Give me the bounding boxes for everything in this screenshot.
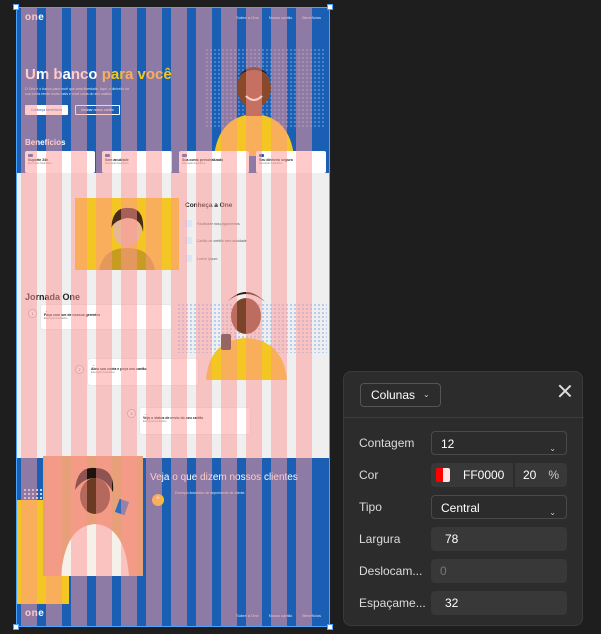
benefit-card[interactable]: Sem anuidade Exemplo ilustrativo	[102, 151, 172, 173]
meet-title: Conheça a One	[185, 202, 233, 209]
chevron-down-icon: ⌄	[549, 508, 556, 517]
chevron-down-icon: ⌄	[423, 390, 430, 399]
journey-step-number: 1	[28, 309, 37, 318]
footer-link-about[interactable]: Sobre a One	[236, 613, 259, 618]
benefit-desc: Exemplo ilustrativo	[28, 161, 52, 165]
arrow-icon	[28, 154, 33, 157]
type-value: Central	[441, 501, 480, 515]
journey-step-card[interactable]: → Abra sua conta e peça seu cartão Exemp…	[88, 359, 198, 385]
editor-canvas: one Sobre a One Nosso cartão Benefícios …	[0, 0, 601, 634]
journey-step-desc: Exemplo ilustrativo	[91, 370, 115, 374]
color-hex-value: FF0000	[463, 468, 505, 482]
width-label: Largura	[359, 532, 401, 546]
hero-person-image	[209, 56, 299, 156]
benefit-card[interactable]: Seu dinheiro seguro Exemplo ilustrativo	[256, 151, 326, 173]
layout-type-dropdown[interactable]: Colunas ⌄	[360, 383, 441, 407]
card-icon	[185, 255, 192, 262]
testimonial-person-image	[43, 456, 143, 576]
footer-link-card[interactable]: Nosso cartão	[269, 613, 293, 618]
type-select[interactable]: Central ⌄	[431, 495, 567, 519]
benefits-title: Benefícios	[25, 138, 66, 147]
count-label: Contagem	[359, 436, 415, 450]
journey-step-number: 3	[127, 409, 136, 418]
arrow-icon	[105, 154, 110, 157]
meet-item: Lorem Ipsum	[185, 255, 217, 262]
resize-handle-bottom-left[interactable]	[13, 624, 19, 630]
journey-step-number: 2	[75, 365, 84, 374]
journey-step-desc: Exemplo ilustrativo	[44, 316, 68, 320]
hero-subtitle: O One é o banco para você que ama liberd…	[25, 87, 129, 96]
footer-link-benefits[interactable]: Benefícios	[302, 613, 321, 618]
benefit-desc: Exemplo ilustrativo	[259, 161, 283, 165]
nav-link-about[interactable]: Sobre a One	[236, 15, 259, 20]
testimonials-title: Veja o que dizem nossos clientes	[150, 472, 298, 483]
close-icon[interactable]	[558, 384, 572, 398]
site-footer: one Sobre a One Nosso cartão Benefícios	[17, 604, 329, 626]
arrow-icon	[259, 154, 264, 157]
meet-item: Cartão de crédito sem anuidade	[185, 237, 247, 244]
design-frame[interactable]: one Sobre a One Nosso cartão Benefícios …	[17, 8, 329, 626]
benefit-desc: Exemplo ilustrativo	[182, 161, 206, 165]
type-label: Tipo	[359, 500, 382, 514]
opacity-value: 20	[523, 468, 537, 482]
benefit-card[interactable]: Sua conta personalizada Exemplo ilustrat…	[179, 151, 249, 173]
benefit-desc: Exemplo ilustrativo	[105, 161, 129, 165]
offset-label: Deslocam...	[359, 564, 423, 578]
resize-handle-top-left[interactable]	[13, 4, 19, 10]
journey-title: Jornada One	[25, 292, 81, 302]
quote-icon: ❝	[152, 494, 164, 506]
percent-symbol: %	[548, 468, 559, 482]
nav-link-benefits[interactable]: Benefícios	[302, 15, 321, 20]
color-hex-input[interactable]: FF0000	[431, 463, 513, 487]
meet-item-label: Cartão de crédito sem anuidade	[197, 238, 247, 243]
hero-title-accent: para você	[101, 66, 172, 83]
hero-primary-button[interactable]: Conheça benefícios	[25, 105, 68, 115]
meet-item: Facilidade nos pagamentos	[185, 220, 240, 227]
footer-links: Sobre a One Nosso cartão Benefícios	[236, 613, 321, 618]
width-input[interactable]: 78	[431, 527, 567, 551]
journey-step-card[interactable]: → Veja o status de envio do seu cartão E…	[140, 408, 250, 434]
card-icon	[185, 237, 192, 244]
meet-item-label: Facilidade nos pagamentos	[197, 221, 240, 226]
meet-person-image	[75, 198, 179, 270]
color-field[interactable]: FF0000 20 %	[431, 463, 567, 487]
layout-type-value: Colunas	[371, 388, 416, 402]
panel-header: Colunas ⌄	[344, 372, 584, 418]
journey-step-card[interactable]: → Faça com um de nossos gerentes Exemplo…	[41, 305, 171, 329]
resize-handle-bottom-right[interactable]	[327, 624, 333, 630]
journey-step-desc: Exemplo ilustrativo	[143, 419, 167, 423]
brand-logo[interactable]: one	[25, 12, 44, 23]
benefit-card[interactable]: Suporte 24h Exemplo ilustrativo	[25, 151, 95, 173]
journey-person-image	[201, 284, 291, 380]
hero-secondary-button[interactable]: Assinar nosso cartão	[75, 105, 120, 115]
count-value: 12	[441, 437, 455, 451]
color-swatch[interactable]	[436, 468, 450, 482]
offset-input[interactable]: 0	[431, 559, 567, 583]
hero-title: Um banco para você	[25, 66, 172, 83]
gutter-input[interactable]: 32	[431, 591, 567, 615]
hero-title-main: Um banco	[25, 66, 98, 83]
color-label: Cor	[359, 468, 379, 482]
card-icon	[185, 220, 192, 227]
opacity-input[interactable]: 20 %	[515, 463, 567, 487]
chevron-down-icon: ⌄	[549, 444, 556, 453]
arrow-icon	[182, 154, 187, 157]
footer-logo[interactable]: one	[25, 608, 44, 619]
nav-link-card[interactable]: Nosso cartão	[269, 15, 293, 20]
count-select[interactable]: 12 ⌄	[431, 431, 567, 455]
meet-item-label: Lorem Ipsum	[197, 256, 218, 261]
site-nav: one Sobre a One Nosso cartão Benefícios	[17, 8, 329, 30]
nav-links: Sobre a One Nosso cartão Benefícios	[236, 15, 321, 20]
testimonial-text: Exemplo ilustrativo de depoimento de cli…	[175, 491, 246, 495]
gutter-label: Espaçame...	[359, 596, 426, 610]
resize-handle-top-right[interactable]	[327, 4, 333, 10]
